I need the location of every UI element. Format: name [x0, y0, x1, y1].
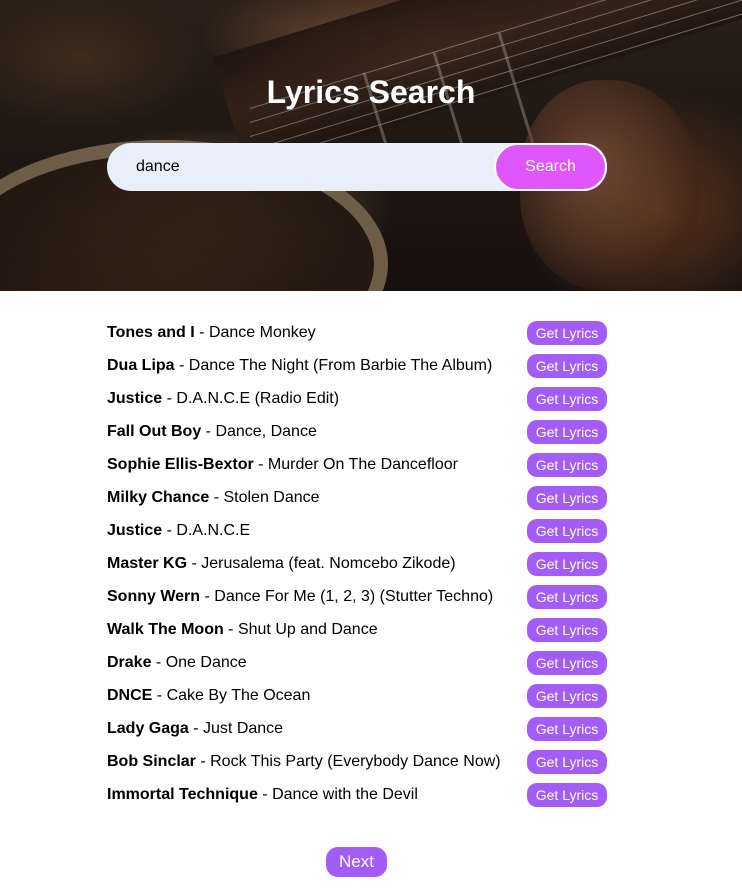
list-item: Bob Sinclar - Rock This Party (Everybody… [107, 745, 607, 778]
song-info: Immortal Technique - Dance with the Devi… [107, 785, 418, 803]
hero-banner: Lyrics Search Search [0, 0, 742, 291]
artist-name: Fall Out Boy [107, 422, 202, 440]
song-title: Dance with the Devil [272, 785, 418, 803]
song-info: Sophie Ellis-Bextor - Murder On The Danc… [107, 455, 458, 473]
get-lyrics-button[interactable]: Get Lyrics [527, 683, 607, 708]
get-lyrics-button[interactable]: Get Lyrics [527, 551, 607, 576]
artist-name: Justice [107, 389, 163, 407]
search-button[interactable]: Search [494, 143, 607, 191]
artist-name: Master KG [107, 554, 188, 572]
artist-name: Justice [107, 521, 163, 539]
search-form: Search [107, 143, 607, 191]
song-title: Dance, Dance [215, 422, 317, 440]
get-lyrics-button[interactable]: Get Lyrics [527, 353, 607, 378]
song-info: DNCE - Cake By The Ocean [107, 686, 311, 704]
list-item: Milky Chance - Stolen Dance Get Lyrics [107, 481, 607, 514]
artist-name: Bob Sinclar [107, 752, 196, 770]
song-title: D.A.N.C.E (Radio Edit) [176, 389, 340, 407]
list-item: Master KG - Jerusalema (feat. Nomcebo Zi… [107, 547, 607, 580]
get-lyrics-button[interactable]: Get Lyrics [527, 782, 607, 807]
get-lyrics-button[interactable]: Get Lyrics [527, 617, 607, 642]
list-item: Justice - D.A.N.C.E Get Lyrics [107, 514, 607, 547]
song-title: Cake By The Ocean [166, 686, 311, 704]
next-page-button[interactable]: Next [326, 847, 387, 877]
list-item: Lady Gaga - Just Dance Get Lyrics [107, 712, 607, 745]
get-lyrics-button[interactable]: Get Lyrics [527, 485, 607, 510]
song-title: Shut Up and Dance [237, 620, 378, 638]
list-item: DNCE - Cake By The Ocean Get Lyrics [107, 679, 607, 712]
artist-name: Sonny Wern [107, 587, 201, 605]
artist-name: DNCE [107, 686, 153, 704]
song-info: Drake - One Dance [107, 653, 247, 671]
get-lyrics-button[interactable]: Get Lyrics [527, 584, 607, 609]
list-item: Tones and I - Dance Monkey Get Lyrics [107, 316, 607, 349]
get-lyrics-button[interactable]: Get Lyrics [527, 716, 607, 741]
song-info: Justice - D.A.N.C.E (Radio Edit) [107, 389, 340, 407]
artist-name: Tones and I [107, 323, 195, 341]
list-item: Dua Lipa - Dance The Night (From Barbie … [107, 349, 607, 382]
artist-name: Milky Chance [107, 488, 210, 506]
song-title: Jerusalema (feat. Nomcebo Zikode) [201, 554, 456, 572]
list-item: Immortal Technique - Dance with the Devi… [107, 778, 607, 811]
get-lyrics-button[interactable]: Get Lyrics [527, 650, 607, 675]
song-info: Master KG - Jerusalema (feat. Nomcebo Zi… [107, 554, 456, 572]
song-title: D.A.N.C.E [176, 521, 251, 539]
song-info: Sonny Wern - Dance For Me (1, 2, 3) (Stu… [107, 587, 494, 605]
song-info: Milky Chance - Stolen Dance [107, 488, 320, 506]
artist-name: Lady Gaga [107, 719, 189, 737]
get-lyrics-button[interactable]: Get Lyrics [527, 419, 607, 444]
song-info: Fall Out Boy - Dance, Dance [107, 422, 317, 440]
artist-name: Dua Lipa [107, 356, 175, 374]
song-title: Just Dance [203, 719, 284, 737]
song-title: Stolen Dance [223, 488, 320, 506]
song-title: Dance For Me (1, 2, 3) (Stutter Techno) [214, 587, 494, 605]
get-lyrics-button[interactable]: Get Lyrics [527, 320, 607, 345]
song-title: Dance Monkey [208, 323, 316, 341]
artist-name: Sophie Ellis-Bextor [107, 455, 254, 473]
song-info: Dua Lipa - Dance The Night (From Barbie … [107, 356, 493, 374]
list-item: Walk The Moon - Shut Up and Dance Get Lyr… [107, 613, 607, 646]
get-lyrics-button[interactable]: Get Lyrics [527, 452, 607, 477]
song-info: Justice - D.A.N.C.E [107, 521, 251, 539]
song-info: Walk The Moon - Shut Up and Dance [107, 620, 378, 638]
get-lyrics-button[interactable]: Get Lyrics [527, 749, 607, 774]
artist-name: Immortal Technique [107, 785, 258, 803]
song-info: Tones and I - Dance Monkey [107, 323, 316, 341]
list-item: Sonny Wern - Dance For Me (1, 2, 3) (Stu… [107, 580, 607, 613]
list-item: Drake - One Dance Get Lyrics [107, 646, 607, 679]
song-title: Rock This Party (Everybody Dance Now) [210, 752, 501, 770]
artist-name: Drake [107, 653, 152, 671]
song-title: Murder On The Dancefloor [267, 455, 458, 473]
song-info: Bob Sinclar - Rock This Party (Everybody… [107, 752, 501, 770]
get-lyrics-button[interactable]: Get Lyrics [527, 386, 607, 411]
list-item: Fall Out Boy - Dance, Dance Get Lyrics [107, 415, 607, 448]
song-info: Lady Gaga - Just Dance [107, 719, 284, 737]
results-list: Tones and I - Dance Monkey Get Lyrics Dua … [107, 316, 607, 811]
song-title: Dance The Night (From Barbie The Album) [188, 356, 493, 374]
artist-name: Walk The Moon [107, 620, 224, 638]
get-lyrics-button[interactable]: Get Lyrics [527, 518, 607, 543]
list-item: Sophie Ellis-Bextor - Murder On The Danc… [107, 448, 607, 481]
list-item: Justice - D.A.N.C.E (Radio Edit) Get Lyri… [107, 382, 607, 415]
page-title: Lyrics Search [266, 74, 476, 110]
song-title: One Dance [165, 653, 247, 671]
